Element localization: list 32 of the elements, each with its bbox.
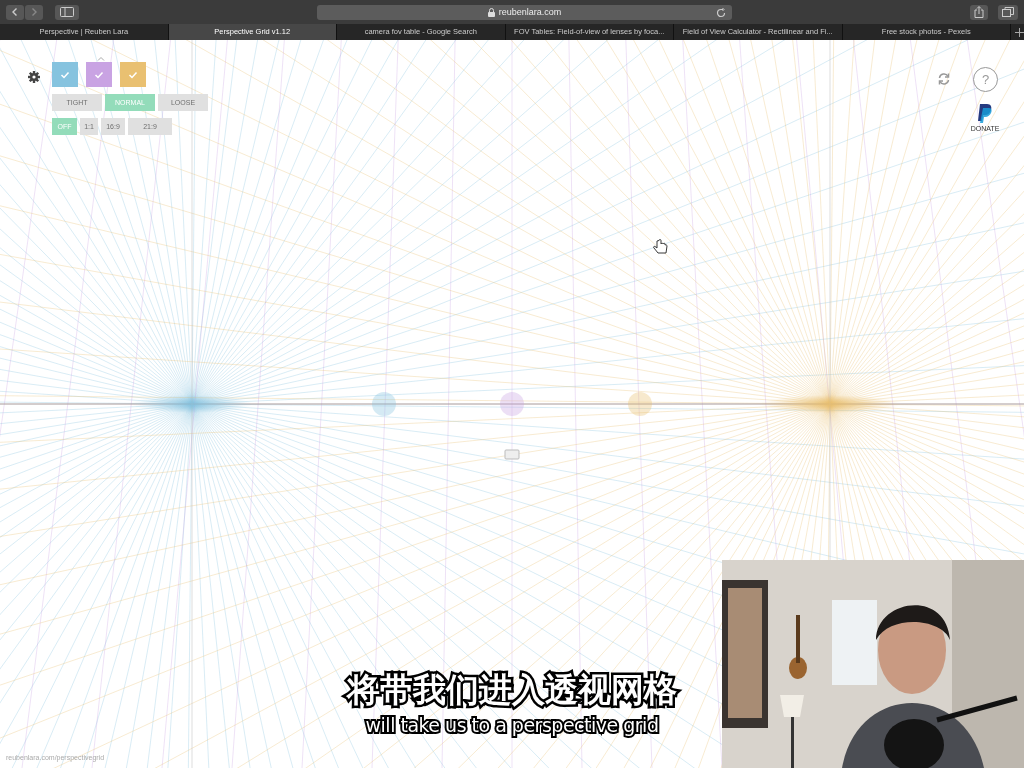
subtitle-text: 将带我们进入透视网格 bbox=[343, 668, 681, 712]
url-text: reubenlara.com bbox=[498, 7, 562, 17]
lock-icon bbox=[487, 7, 495, 17]
back-button[interactable] bbox=[6, 4, 24, 20]
new-tab-icon[interactable] bbox=[1015, 27, 1024, 37]
settings-icon[interactable] bbox=[28, 71, 40, 83]
color-checkbox[interactable] bbox=[120, 62, 146, 87]
refresh-icon[interactable] bbox=[937, 72, 951, 86]
reload-icon[interactable] bbox=[716, 7, 726, 18]
vanishing-point-handle[interactable] bbox=[500, 392, 524, 416]
frame-icon[interactable] bbox=[504, 449, 520, 460]
vanishing-point-handle[interactable] bbox=[372, 392, 396, 416]
paypal-icon[interactable] bbox=[977, 104, 993, 124]
sidebar-icon bbox=[60, 7, 74, 17]
tabs-overview-button[interactable] bbox=[998, 4, 1018, 20]
sidebar-button[interactable] bbox=[55, 4, 79, 20]
checkmark-icon bbox=[128, 70, 138, 79]
hand-cursor-icon bbox=[653, 239, 668, 254]
subtitle-text: will take us to a perspective grid bbox=[363, 713, 661, 738]
color-checkbox[interactable] bbox=[52, 62, 78, 87]
address-bar[interactable]: reubenlara.com bbox=[317, 4, 732, 20]
chevron-left-icon bbox=[10, 7, 20, 17]
chevron-right-icon bbox=[29, 7, 39, 17]
checkmark-icon bbox=[94, 70, 104, 79]
forward-button[interactable] bbox=[25, 4, 43, 20]
caret-icon[interactable] bbox=[97, 56, 105, 61]
checkmark-icon bbox=[60, 70, 70, 79]
share-button[interactable] bbox=[970, 4, 988, 20]
share-icon bbox=[974, 6, 984, 18]
color-checkbox[interactable] bbox=[86, 62, 112, 87]
vanishing-point-handle[interactable] bbox=[628, 392, 652, 416]
tabs-icon bbox=[1002, 7, 1014, 17]
